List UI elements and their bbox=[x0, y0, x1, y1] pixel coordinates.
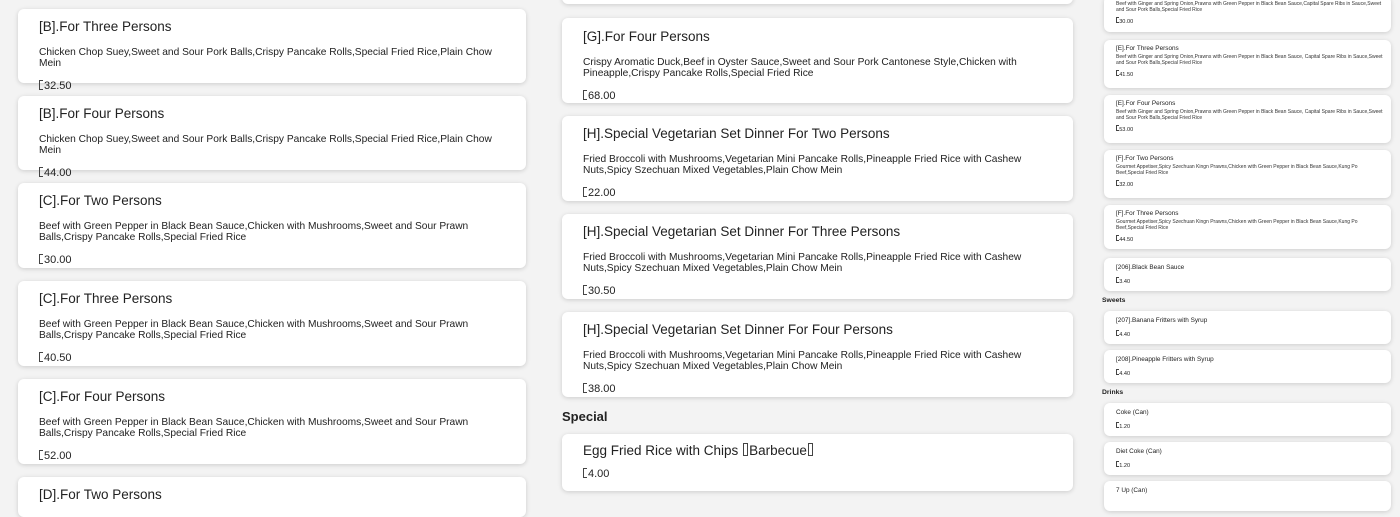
item-description: Beef with Ginger and Spring Onion,Prawns… bbox=[1116, 54, 1383, 66]
item-price: 30.00 bbox=[1116, 17, 1385, 25]
menu-item-card[interactable]: [F].For Two Persons Gourmet Appetiser,Sp… bbox=[1104, 150, 1391, 198]
item-price: 44.50 bbox=[1116, 235, 1385, 243]
item-price: 53.00 bbox=[1116, 125, 1385, 133]
menu-item-card[interactable]: Beef with Ginger and Spring Onion,Prawns… bbox=[1104, 0, 1391, 32]
item-description: Crispy Aromatic Duck,Beef in Oyster Sauc… bbox=[583, 57, 1017, 79]
item-price: 1.20 bbox=[1116, 422, 1385, 430]
currency-icon bbox=[583, 285, 587, 295]
item-description: Beef with Ginger and Spring Onion,Prawns… bbox=[1116, 109, 1383, 121]
item-description: Gourmet Appetiser,Spicy Szechuan Kingn P… bbox=[1116, 219, 1358, 231]
currency-icon bbox=[583, 383, 587, 393]
item-description: Chicken Chop Suey,Sweet and Sour Pork Ba… bbox=[39, 47, 492, 69]
section-heading-sweets: Sweets bbox=[1102, 297, 1126, 304]
item-price: 30.00 bbox=[39, 254, 516, 266]
item-price: 68.00 bbox=[583, 90, 1063, 102]
item-description: Beef with Green Pepper in Black Bean Sau… bbox=[39, 319, 469, 341]
menu-item-card[interactable]: [H].Special Vegetarian Set Dinner For Th… bbox=[562, 214, 1073, 299]
menu-item-card[interactable]: [B].For Three Persons Chicken Chop Suey,… bbox=[18, 9, 526, 92]
menu-item-card[interactable]: Diet Coke (Can) 1.20 bbox=[1104, 442, 1391, 475]
item-price: 22.00 bbox=[583, 187, 1063, 199]
section-heading-special: Special bbox=[562, 409, 608, 424]
item-description: Gourmet Appetiser,Spicy Szechuan Kingn P… bbox=[1116, 164, 1358, 176]
glyph-box-icon bbox=[743, 443, 749, 456]
menu-item-card[interactable]: [G].For Four Persons Crispy Aromatic Duc… bbox=[562, 18, 1073, 103]
menu-item-card[interactable]: [E].For Four Persons Beef with Ginger an… bbox=[1104, 95, 1391, 143]
item-title: [207].Banana Fritters with Syrup bbox=[1116, 317, 1208, 324]
menu-item-card[interactable]: [208].Pineapple Fritters with Syrup 4.40 bbox=[1104, 350, 1391, 383]
item-price: 40.50 bbox=[39, 352, 516, 364]
item-price: 32.00 bbox=[1116, 180, 1385, 188]
item-price: 44.00 bbox=[39, 167, 516, 179]
item-price: 52.00 bbox=[39, 450, 516, 462]
section-heading-drinks: Drinks bbox=[1102, 389, 1124, 396]
menu-item-card[interactable]: [E].For Three Persons Beef with Ginger a… bbox=[1104, 40, 1391, 88]
currency-icon bbox=[39, 450, 43, 460]
menu-item-card[interactable]: 7 Up (Can) bbox=[1104, 481, 1391, 511]
item-title: [F].For Two Persons bbox=[1116, 155, 1174, 162]
menu-item-card[interactable]: [F].For Three Persons Gourmet Appetiser,… bbox=[1104, 205, 1391, 249]
menu-item-card[interactable]: [B].For Four Persons Chicken Chop Suey,S… bbox=[18, 96, 526, 179]
menu-item-card[interactable]: [C].For Two Persons Beef with Green Pepp… bbox=[18, 183, 526, 268]
currency-icon bbox=[39, 167, 43, 177]
menu-item-card[interactable] bbox=[562, 0, 1073, 4]
item-title: [H].Special Vegetarian Set Dinner For Th… bbox=[583, 224, 901, 239]
item-price: 1.20 bbox=[1116, 461, 1385, 469]
item-title: [H].Special Vegetarian Set Dinner For Fo… bbox=[583, 322, 893, 337]
item-title: [208].Pineapple Fritters with Syrup bbox=[1116, 356, 1214, 363]
item-price: 4.40 bbox=[1116, 369, 1385, 377]
item-price: 4.40 bbox=[1116, 330, 1385, 338]
menu-item-card[interactable]: [207].Banana Fritters with Syrup 4.40 bbox=[1104, 311, 1391, 344]
currency-icon bbox=[39, 352, 43, 362]
currency-icon bbox=[583, 90, 587, 100]
menu-item-card[interactable]: [C].For Four Persons Beef with Green Pep… bbox=[18, 379, 526, 464]
item-description: Fried Broccoli with Mushrooms,Vegetarian… bbox=[583, 350, 1022, 372]
glyph-box-icon bbox=[807, 443, 813, 456]
item-title: [B].For Three Persons bbox=[39, 19, 172, 34]
item-price: 38.00 bbox=[583, 383, 1063, 395]
menu-item-card[interactable]: [D].For Two Persons bbox=[18, 477, 526, 517]
item-description: Chicken Chop Suey,Sweet and Sour Pork Ba… bbox=[39, 134, 492, 156]
item-description: Beef with Ginger and Spring Onion,Prawns… bbox=[1116, 1, 1382, 13]
item-price: 4.00 bbox=[583, 468, 1063, 480]
item-title: [C].For Three Persons bbox=[39, 291, 173, 306]
item-description: Beef with Green Pepper in Black Bean Sau… bbox=[39, 417, 469, 439]
item-price: 32.50 bbox=[39, 80, 516, 92]
item-description: Fried Broccoli with Mushrooms,Vegetarian… bbox=[583, 252, 1022, 274]
item-title: [D].For Two Persons bbox=[39, 487, 162, 502]
item-title: [C].For Two Persons bbox=[39, 193, 162, 208]
item-price: 41.50 bbox=[1116, 70, 1385, 78]
item-title: [G].For Four Persons bbox=[583, 29, 710, 44]
item-title: [C].For Four Persons bbox=[39, 389, 166, 404]
menu-item-card[interactable]: Coke (Can) 1.20 bbox=[1104, 403, 1391, 436]
item-title: Diet Coke (Can) bbox=[1116, 448, 1162, 455]
currency-icon bbox=[583, 187, 587, 197]
item-description: Beef with Green Pepper in Black Bean Sau… bbox=[39, 221, 469, 243]
item-title: [H].Special Vegetarian Set Dinner For Tw… bbox=[583, 126, 890, 141]
item-price: 3.40 bbox=[1116, 277, 1385, 285]
item-title: [206].Black Bean Sauce bbox=[1116, 264, 1185, 271]
menu-item-card[interactable]: [C].For Three Persons Beef with Green Pe… bbox=[18, 281, 526, 366]
currency-icon bbox=[583, 468, 587, 478]
item-title: 7 Up (Can) bbox=[1116, 487, 1148, 494]
menu-item-card[interactable]: [H].Special Vegetarian Set Dinner For Fo… bbox=[562, 312, 1073, 397]
menu-item-card[interactable]: [206].Black Bean Sauce 3.40 bbox=[1104, 258, 1391, 291]
item-title: Coke (Can) bbox=[1116, 409, 1149, 416]
item-title: [E].For Three Persons bbox=[1116, 45, 1179, 52]
item-title: [B].For Four Persons bbox=[39, 106, 165, 121]
currency-icon bbox=[39, 80, 43, 90]
item-title: [E].For Four Persons bbox=[1116, 100, 1176, 107]
menu-item-card[interactable]: [H].Special Vegetarian Set Dinner For Tw… bbox=[562, 116, 1073, 201]
item-description: Fried Broccoli with Mushrooms,Vegetarian… bbox=[583, 154, 1022, 176]
item-title: Egg Fried Rice with Chips Barbecue bbox=[583, 443, 1063, 459]
currency-icon bbox=[39, 254, 43, 264]
menu-item-card[interactable]: Egg Fried Rice with Chips Barbecue 4.00 bbox=[562, 434, 1073, 491]
item-title: [F].For Three Persons bbox=[1116, 210, 1179, 217]
item-price: 30.50 bbox=[583, 285, 1063, 297]
